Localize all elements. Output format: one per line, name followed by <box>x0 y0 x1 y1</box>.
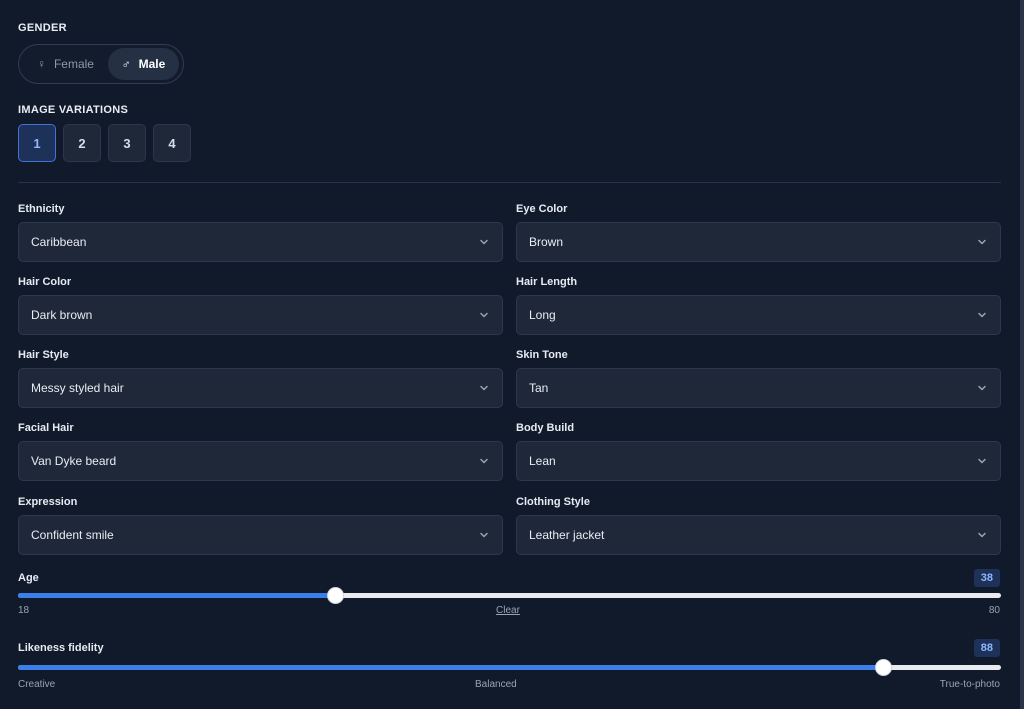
gender-toggle: ♀ Female ♂ Male <box>18 44 184 84</box>
skin-tone-value: Tan <box>529 381 549 395</box>
body-build-select[interactable]: Lean <box>516 441 1001 481</box>
variation-button-3[interactable]: 3 <box>108 124 146 162</box>
likeness-label: Likeness fidelity <box>18 642 104 654</box>
hair-length-value: Long <box>529 308 556 322</box>
facial-hair-label: Facial Hair <box>18 422 74 434</box>
age-slider-fill <box>18 593 336 598</box>
gender-option-female[interactable]: ♀ Female <box>23 48 108 80</box>
likeness-value-badge: 88 <box>973 639 1000 657</box>
clothing-style-value: Leather jacket <box>529 528 605 542</box>
age-min-label: 18 <box>18 605 30 616</box>
variation-button-2[interactable]: 2 <box>63 124 101 162</box>
hair-length-label: Hair Length <box>516 276 578 288</box>
hair-style-label: Hair Style <box>18 349 69 361</box>
female-icon: ♀ <box>36 57 46 71</box>
gender-option-label: Female <box>53 57 94 71</box>
clothing-style-label: Clothing Style <box>516 496 590 508</box>
age-slider-track[interactable] <box>18 587 1001 604</box>
age-slider-thumb[interactable] <box>327 587 345 604</box>
likeness-slider-thumb[interactable] <box>875 659 893 676</box>
hair-style-value: Messy styled hair <box>31 381 124 395</box>
eye-color-select[interactable]: Brown <box>516 222 1001 262</box>
gender-option-male[interactable]: ♂ Male <box>107 48 179 80</box>
skin-tone-select[interactable]: Tan <box>516 368 1001 408</box>
body-build-value: Lean <box>529 454 556 468</box>
chevron-down-icon <box>480 312 488 318</box>
likeness-slider-track[interactable] <box>18 659 1001 676</box>
chevron-down-icon <box>480 458 488 464</box>
expression-value: Confident smile <box>31 528 114 542</box>
hair-color-label: Hair Color <box>18 276 72 288</box>
chevron-down-icon <box>978 385 986 391</box>
gender-section-label: GENDER <box>18 22 67 34</box>
likeness-mid-label: Balanced <box>475 679 517 690</box>
eye-color-value: Brown <box>529 235 564 249</box>
hair-length-select[interactable]: Long <box>516 295 1001 335</box>
likeness-right-label: True-to-photo <box>939 679 1000 690</box>
eye-color-label: Eye Color <box>516 203 568 215</box>
facial-hair-select[interactable]: Van Dyke beard <box>18 441 503 481</box>
gender-option-label: Male <box>138 57 166 71</box>
scrollbar-edge <box>1020 0 1024 709</box>
ethnicity-value: Caribbean <box>31 235 87 249</box>
section-divider <box>18 182 1001 183</box>
hair-style-select[interactable]: Messy styled hair <box>18 368 503 408</box>
variation-button-4[interactable]: 4 <box>153 124 191 162</box>
variation-button-1[interactable]: 1 <box>18 124 56 162</box>
likeness-slider-fill <box>18 665 884 670</box>
male-icon: ♂ <box>121 57 131 71</box>
image-variations-label: IMAGE VARIATIONS <box>18 104 129 116</box>
ethnicity-select[interactable]: Caribbean <box>18 222 503 262</box>
chevron-down-icon <box>480 239 488 245</box>
age-max-label: 80 <box>988 605 1000 616</box>
facial-hair-value: Van Dyke beard <box>31 454 117 468</box>
skin-tone-label: Skin Tone <box>516 349 568 361</box>
chevron-down-icon <box>978 312 986 318</box>
image-variations-group: 1 2 3 4 <box>18 124 191 162</box>
age-label: Age <box>18 572 39 584</box>
avatar-settings-panel: GENDER ♀ Female ♂ Male IMAGE VARIATIONS … <box>0 0 1024 709</box>
body-build-label: Body Build <box>516 422 575 434</box>
clothing-style-select[interactable]: Leather jacket <box>516 515 1001 555</box>
ethnicity-label: Ethnicity <box>18 203 65 215</box>
chevron-down-icon <box>480 385 488 391</box>
chevron-down-icon <box>480 532 488 538</box>
chevron-down-icon <box>978 239 986 245</box>
expression-label: Expression <box>18 496 78 508</box>
expression-select[interactable]: Confident smile <box>18 515 503 555</box>
age-value-badge: 38 <box>973 569 1000 587</box>
age-clear-link[interactable]: Clear <box>496 605 520 616</box>
likeness-left-label: Creative <box>18 679 56 690</box>
chevron-down-icon <box>978 532 986 538</box>
hair-color-select[interactable]: Dark brown <box>18 295 503 335</box>
hair-color-value: Dark brown <box>31 308 93 322</box>
chevron-down-icon <box>978 458 986 464</box>
